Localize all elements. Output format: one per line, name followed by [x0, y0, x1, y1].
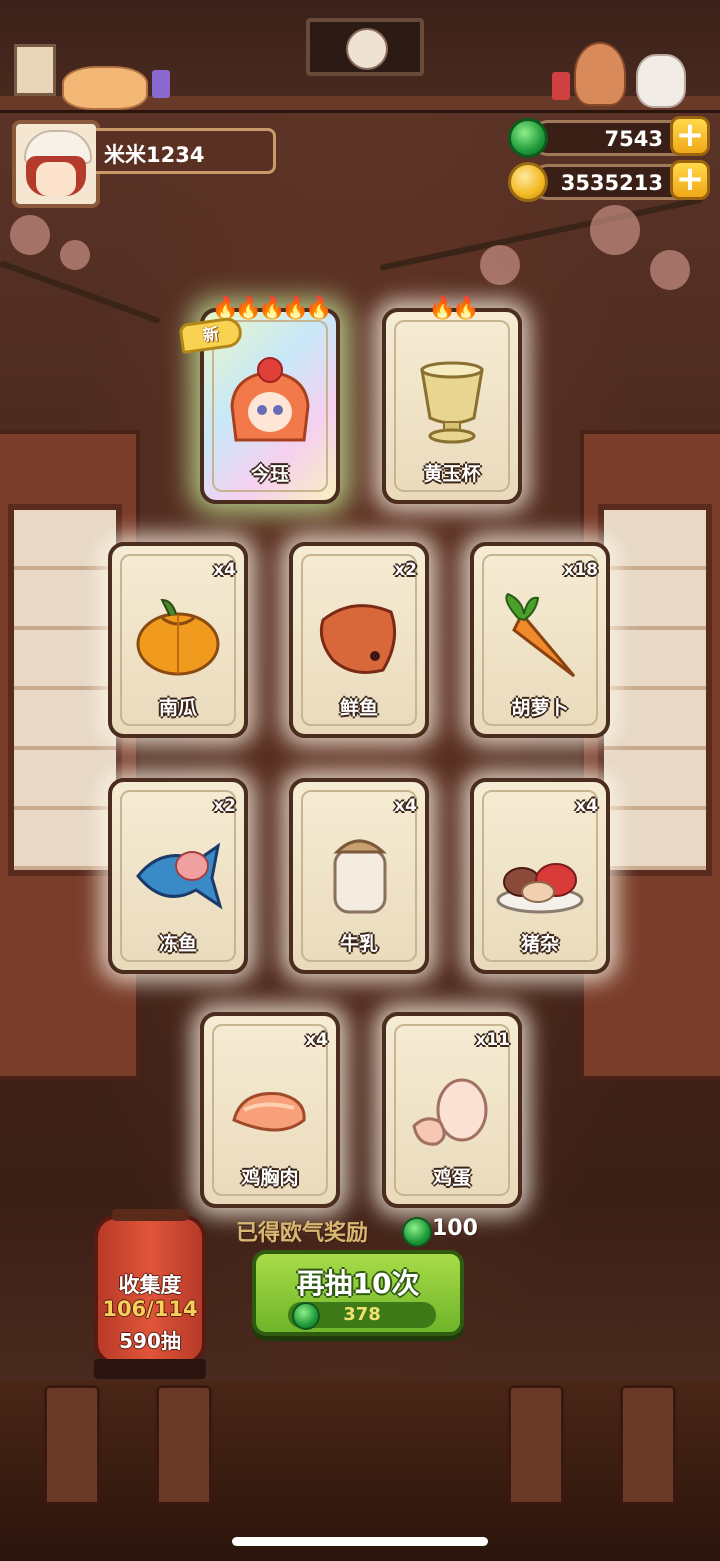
blossom-decoration — [10, 215, 50, 255]
card-label: 牛乳 — [339, 933, 378, 955]
rarity-flames: 🔥🔥 — [428, 296, 480, 321]
reward-label: 已得欧气奖励 — [236, 1221, 369, 1246]
card-label: 鸡胸肉 — [241, 1167, 299, 1189]
post-decoration — [44, 1385, 100, 1505]
jade-icon — [402, 1217, 432, 1247]
collection-title: 收集度 — [118, 1273, 182, 1297]
white-cat-decoration — [636, 54, 686, 108]
result-card[interactable]: x4 鸡胸肉 — [200, 1012, 340, 1208]
item-count: x2 — [394, 560, 417, 580]
item-count: x2 — [213, 796, 236, 816]
luck-reward-info: 已得欧气奖励 100 — [236, 1215, 496, 1247]
card-label: 黄玉杯 — [423, 463, 481, 485]
post-decoration — [508, 1385, 564, 1505]
player-name: 米米1234 — [96, 128, 276, 174]
post-decoration — [156, 1385, 212, 1505]
card-label: 今珏 — [250, 463, 289, 485]
fresh-fish-icon — [319, 604, 397, 674]
hanging-scroll-decoration — [306, 18, 424, 76]
blossom-decoration — [60, 240, 90, 270]
card-label: 鲜鱼 — [339, 697, 378, 719]
result-card[interactable]: 🔥🔥 黄玉杯 — [382, 296, 522, 504]
npc-girl-decoration — [574, 42, 626, 106]
milk-jar-icon — [333, 839, 387, 914]
blossom-decoration — [480, 245, 520, 285]
jade-icon — [292, 1302, 320, 1330]
card-label: 南瓜 — [158, 697, 197, 719]
result-card[interactable]: x2 冻鱼 — [108, 778, 248, 974]
chicken-breast-icon — [232, 1092, 306, 1132]
frozen-fish-icon — [136, 842, 223, 910]
paw-sign-decoration — [14, 44, 56, 96]
player-avatar[interactable] — [12, 120, 100, 208]
blossom-decoration — [650, 250, 690, 290]
home-indicator[interactable] — [232, 1537, 488, 1546]
card-label: 猪杂 — [520, 933, 559, 955]
carrot-icon — [505, 592, 576, 678]
candle-decoration — [152, 70, 170, 98]
collection-lantern[interactable]: 收集度 106/114 590抽 — [94, 1209, 206, 1379]
pork-offal-icon — [496, 863, 584, 914]
card-label: 胡萝卜 — [511, 697, 569, 719]
egg-icon — [412, 1078, 488, 1146]
post-decoration — [620, 1385, 676, 1505]
add-coins-button[interactable]: + — [670, 160, 710, 200]
reward-value: 100 — [432, 1216, 478, 1241]
character-portrait-icon — [230, 357, 310, 442]
blossom-decoration — [590, 205, 640, 255]
sleeping-cat-decoration — [62, 66, 148, 110]
item-count: x4 — [575, 796, 598, 816]
card-label: 冻鱼 — [158, 933, 197, 955]
draw-10-again-button[interactable]: 再抽10次 378 — [252, 1250, 464, 1336]
jade-icon — [508, 118, 548, 158]
result-card[interactable]: 🔥🔥🔥🔥🔥 新 今珏 — [178, 296, 340, 504]
item-count: x11 — [475, 1030, 510, 1050]
jade-cup-icon — [420, 361, 484, 444]
item-count: x4 — [305, 1030, 328, 1050]
item-count: x18 — [563, 560, 598, 580]
item-count: x4 — [394, 796, 417, 816]
floor-decoration — [0, 1380, 720, 1561]
result-card[interactable]: x18 胡萝卜 — [470, 542, 610, 738]
right-door-decoration — [580, 430, 720, 1080]
collection-draws: 590抽 — [119, 1329, 181, 1353]
draw-button-label: 再抽10次 — [296, 1267, 420, 1300]
add-jade-button[interactable]: + — [670, 116, 710, 156]
left-door-decoration — [0, 430, 140, 1080]
result-card[interactable]: x4 牛乳 — [289, 778, 429, 974]
card-label: 鸡蛋 — [432, 1167, 471, 1189]
result-card[interactable]: x4 南瓜 — [108, 542, 248, 738]
coin-icon — [508, 162, 548, 202]
result-card[interactable]: x11 鸡蛋 — [382, 1012, 522, 1208]
collection-progress: 106/114 — [102, 1297, 198, 1321]
result-card[interactable]: x4 猪杂 — [470, 778, 610, 974]
candle-decoration — [552, 72, 570, 100]
pumpkin-icon — [136, 598, 220, 676]
item-count: x4 — [213, 560, 236, 580]
result-card[interactable]: x2 鲜鱼 — [289, 542, 429, 738]
